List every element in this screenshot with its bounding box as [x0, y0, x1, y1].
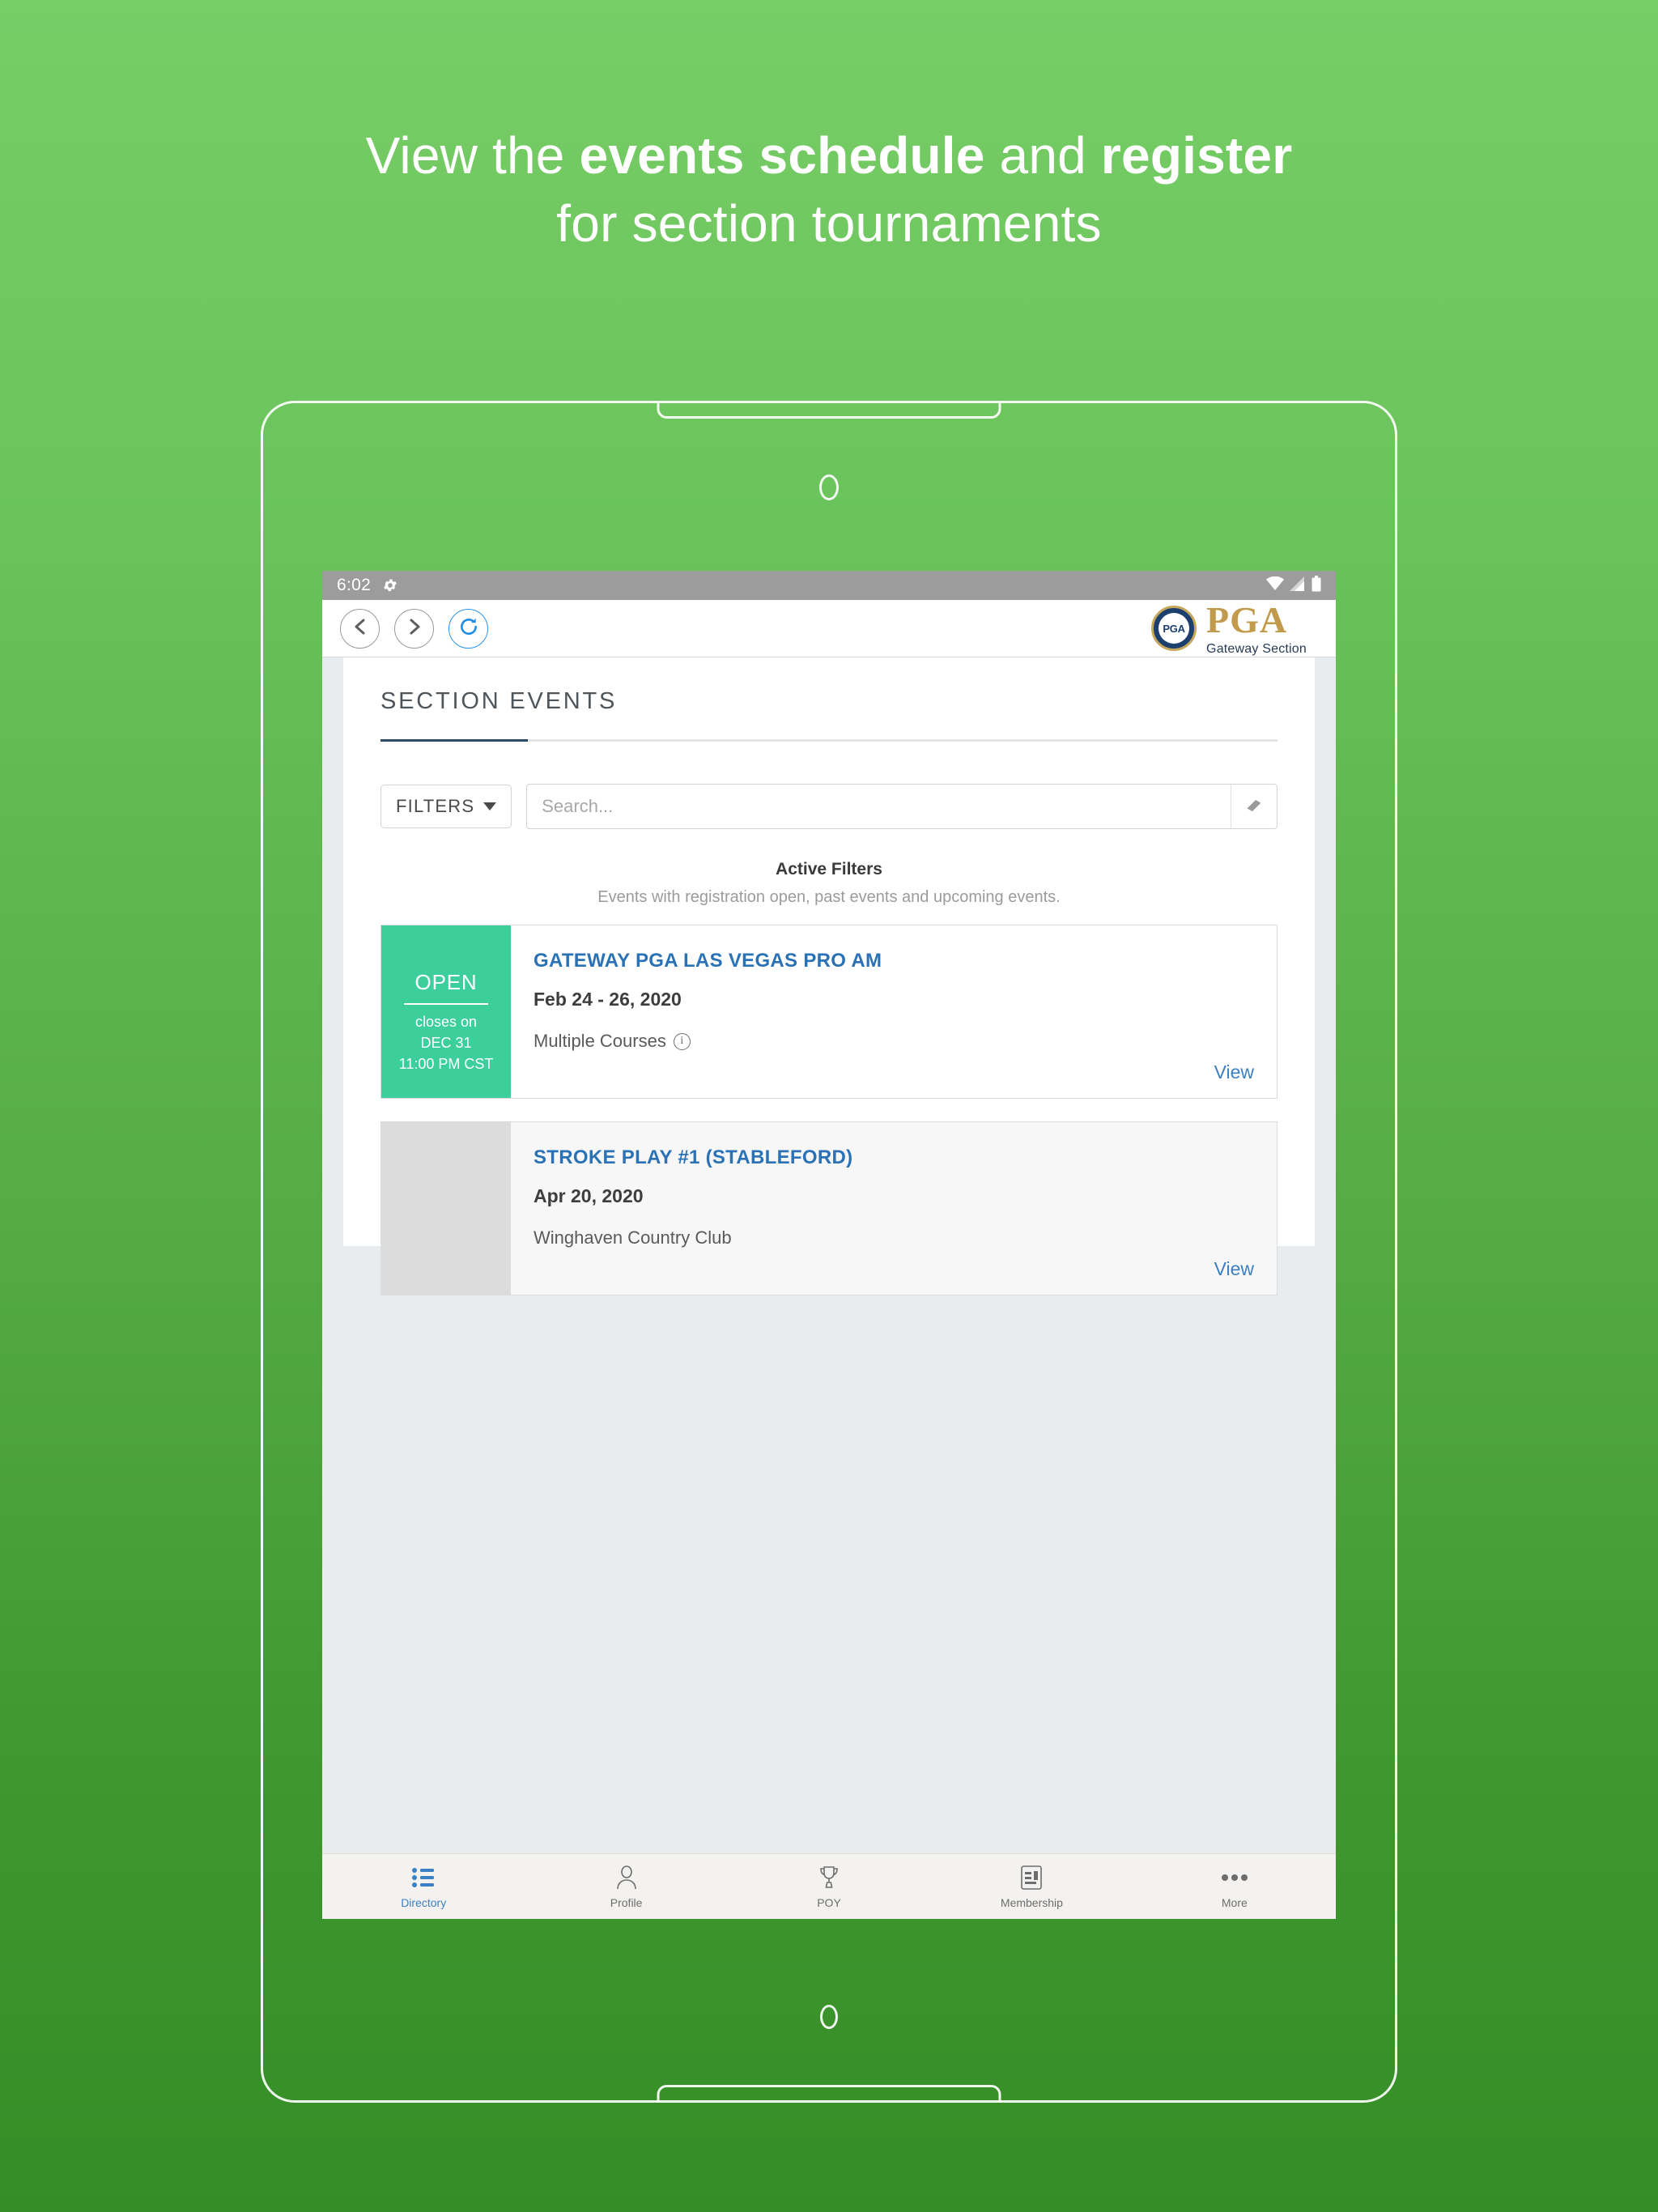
search-input[interactable] [527, 785, 1231, 828]
filters-button-label: FILTERS [396, 796, 475, 816]
event-venue-row: Winghaven Country Club [534, 1227, 1254, 1249]
chevron-right-icon [406, 617, 423, 640]
device-camera-icon [819, 474, 839, 500]
eraser-icon [1244, 797, 1265, 817]
pga-section-subtitle: Gateway Section [1206, 641, 1307, 656]
nav-label-directory: Directory [401, 1896, 447, 1909]
refresh-icon [458, 616, 479, 641]
nav-item-more[interactable]: More [1133, 1864, 1336, 1909]
gear-icon [382, 577, 398, 593]
badge-divider [404, 1003, 488, 1005]
search-field-wrapper [526, 784, 1278, 829]
nav-item-poy[interactable]: POY [728, 1864, 930, 1909]
event-date: Apr 20, 2020 [534, 1185, 644, 1206]
headline-line-2: for section tournaments [556, 194, 1102, 253]
search-clear-button[interactable] [1231, 785, 1277, 828]
active-filters-block: Active Filters Events with registration … [380, 860, 1278, 907]
headline-strong-events-schedule: events schedule [579, 126, 985, 185]
ellipsis-icon [1221, 1864, 1248, 1891]
status-bar-indicators [1266, 575, 1321, 596]
event-view-link[interactable]: View [1214, 1061, 1254, 1083]
device-home-button[interactable] [820, 2005, 838, 2029]
event-title[interactable]: GATEWAY PGA LAS VEGAS PRO AM [534, 950, 1254, 972]
android-status-bar: 6:02 [322, 571, 1336, 600]
person-icon [614, 1864, 639, 1891]
web-page-body: SECTION EVENTS FILTERS Search... Active … [322, 657, 1336, 1919]
event-card-body: STROKE PLAY #1 (STABLEFORD) Apr 20, 2020… [511, 1122, 1277, 1295]
headline-prefix: View the [365, 126, 580, 185]
id-card-icon [1020, 1864, 1043, 1891]
event-status-label: OPEN [414, 970, 478, 994]
wifi-icon [1266, 576, 1284, 595]
event-venue: Winghaven Country Club [534, 1227, 732, 1248]
info-icon[interactable]: i [673, 1032, 691, 1050]
event-card[interactable]: STROKE PLAY #1 (STABLEFORD) Apr 20, 2020… [380, 1121, 1278, 1295]
headline-line-1: View the events schedule and register [0, 121, 1658, 189]
chevron-left-icon [351, 617, 369, 640]
event-title[interactable]: STROKE PLAY #1 (STABLEFORD) [534, 1146, 1254, 1169]
nav-item-profile[interactable]: Profile [525, 1864, 727, 1909]
active-filters-title: Active Filters [776, 860, 882, 878]
event-view-link[interactable]: View [1214, 1258, 1254, 1280]
events-list: OPEN closes on DEC 31 11:00 PM CST GATEW… [380, 925, 1278, 1295]
nav-item-directory[interactable]: Directory [322, 1864, 525, 1909]
nav-label-more: More [1221, 1896, 1248, 1909]
headline-mid: and [984, 126, 1101, 185]
browser-refresh-button[interactable] [449, 608, 488, 649]
chevron-down-icon [483, 802, 497, 810]
page-title: SECTION EVENTS [380, 688, 618, 714]
nav-label-membership: Membership [1000, 1896, 1063, 1909]
filters-button[interactable]: FILTERS [380, 785, 512, 828]
nav-label-poy: POY [817, 1896, 841, 1909]
list-icon [411, 1864, 436, 1891]
browser-forward-button[interactable] [394, 608, 434, 649]
cell-signal-icon [1290, 576, 1306, 595]
device-speaker-bottom [657, 2085, 1001, 2103]
bottom-navigation-bar: Directory Profile POY Membership More [322, 1853, 1336, 1919]
event-date: Feb 24 - 26, 2020 [534, 989, 682, 1010]
browser-back-button[interactable] [340, 608, 380, 649]
filter-search-row: FILTERS [380, 784, 1278, 829]
title-underline-rule [380, 739, 1278, 742]
nav-item-membership[interactable]: Membership [930, 1864, 1133, 1909]
event-closes-label: closes on [414, 1014, 478, 1030]
event-venue: Multiple Courses [534, 1031, 666, 1051]
pga-seal-text: PGA [1158, 613, 1190, 644]
pga-wordmark: PGA [1206, 598, 1288, 640]
browser-toolbar: PGA PGA Gateway Section [322, 600, 1336, 657]
event-closes-time: 11:00 PM CST [398, 1056, 494, 1073]
event-card[interactable]: OPEN closes on DEC 31 11:00 PM CST GATEW… [380, 925, 1278, 1099]
battery-icon [1312, 575, 1321, 596]
marketing-headline: View the events schedule and register fo… [0, 121, 1658, 258]
event-status-badge: OPEN closes on DEC 31 11:00 PM CST [381, 925, 511, 1098]
event-closes-date: DEC 31 [420, 1035, 472, 1052]
pga-gateway-logo: PGA PGA Gateway Section [1151, 598, 1318, 656]
active-filters-description: Events with registration open, past even… [597, 888, 1061, 906]
status-time: 6:02 [337, 576, 372, 594]
event-status-badge [381, 1122, 511, 1295]
content-panel: SECTION EVENTS FILTERS Search... Active … [343, 657, 1315, 1295]
device-speaker-top [657, 401, 1001, 419]
event-venue-row: Multiple Courses i [534, 1031, 1254, 1052]
headline-strong-register: register [1100, 126, 1293, 185]
pga-seal-icon: PGA [1151, 606, 1197, 651]
nav-label-profile: Profile [610, 1896, 643, 1909]
device-screen: 6:02 PGA PGA Gateway Section SECTION EVE… [322, 571, 1336, 1919]
event-card-body: GATEWAY PGA LAS VEGAS PRO AM Feb 24 - 26… [511, 925, 1277, 1098]
trophy-icon [817, 1864, 841, 1891]
